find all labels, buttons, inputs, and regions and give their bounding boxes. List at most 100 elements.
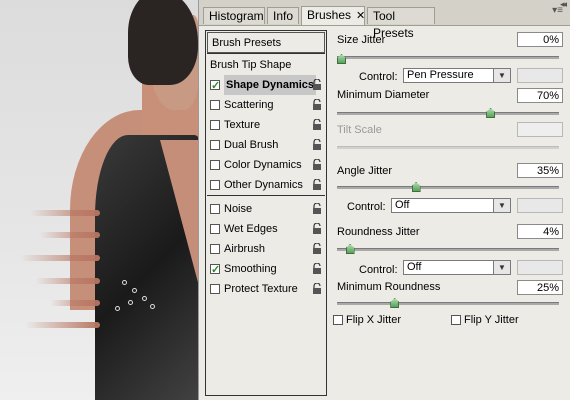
- tab-label: Info: [273, 9, 294, 23]
- sequin-sparkle: [142, 296, 147, 301]
- sequin-sparkle: [132, 288, 137, 293]
- min-diameter-field[interactable]: 70%: [517, 88, 563, 103]
- control-label: Control:: [359, 264, 398, 276]
- tilt-scale-field: [517, 122, 563, 137]
- option-checkbox[interactable]: [210, 76, 220, 96]
- option-label: Texture: [224, 119, 261, 131]
- close-icon[interactable]: ✕: [356, 10, 365, 22]
- lock-icon[interactable]: [312, 223, 322, 234]
- option-item-airbrush[interactable]: Airbrush: [206, 239, 326, 259]
- option-checkbox[interactable]: [210, 224, 220, 234]
- min-roundness-slider[interactable]: [337, 302, 559, 305]
- angle-jitter-field[interactable]: 35%: [517, 163, 563, 178]
- lock-icon[interactable]: [312, 79, 322, 90]
- option-item-other-dynamics[interactable]: Other Dynamics: [206, 175, 326, 195]
- min-roundness-field[interactable]: 25%: [517, 280, 563, 295]
- slider-thumb[interactable]: [390, 298, 400, 308]
- tab-brushes[interactable]: Brushes ✕: [301, 6, 365, 25]
- lock-icon[interactable]: [312, 243, 322, 254]
- option-checkbox[interactable]: [210, 160, 220, 170]
- roundness-jitter-field[interactable]: 4%: [517, 224, 563, 239]
- flip-x-checkbox[interactable]: [333, 315, 343, 325]
- option-item-smoothing[interactable]: Smoothing: [206, 259, 326, 280]
- brush-streak: [25, 322, 100, 328]
- lock-icon[interactable]: [312, 99, 322, 110]
- tab-tool-presets[interactable]: Tool Presets: [367, 7, 435, 40]
- tab-info[interactable]: Info: [267, 7, 299, 24]
- brush-presets-button[interactable]: Brush Presets: [207, 32, 325, 53]
- option-checkbox[interactable]: [210, 180, 220, 190]
- control-label: Control:: [347, 201, 386, 213]
- option-checkbox[interactable]: [210, 120, 220, 130]
- option-checkbox[interactable]: [210, 100, 220, 110]
- option-label: Airbrush: [224, 243, 265, 255]
- min-diameter-label: Minimum Diameter: [337, 89, 430, 101]
- brush-streak: [30, 210, 100, 216]
- control-disabled-field: [517, 260, 563, 275]
- roundness-jitter-slider[interactable]: [337, 248, 559, 251]
- panel-menu-button[interactable]: ▾≡ ◂◂: [552, 0, 567, 16]
- brush-tip-shape-item[interactable]: Brush Tip Shape: [206, 55, 326, 75]
- slider-thumb[interactable]: [345, 244, 355, 254]
- brushes-panel: Histogram Info Brushes ✕ Tool Presets ▾≡ …: [198, 0, 570, 400]
- control-off-select[interactable]: Off ▼: [403, 260, 511, 275]
- control-pen-pressure-select[interactable]: Pen Pressure ▼: [403, 68, 511, 83]
- angle-jitter-slider[interactable]: [337, 186, 559, 189]
- control-off-select[interactable]: Off ▼: [391, 198, 511, 213]
- option-item-noise[interactable]: Noise: [206, 199, 326, 219]
- slider-thumb[interactable]: [486, 108, 496, 118]
- size-jitter-field[interactable]: 0%: [517, 32, 563, 47]
- lock-icon[interactable]: [312, 139, 322, 150]
- control-disabled-field: [517, 198, 563, 213]
- brush-streak: [40, 232, 100, 238]
- sequin-sparkle: [128, 300, 133, 305]
- lock-icon[interactable]: [312, 203, 322, 214]
- lock-icon[interactable]: [312, 263, 322, 274]
- tab-label: Histogram: [209, 9, 264, 23]
- panel-tab-bar: Histogram Info Brushes ✕ Tool Presets ▾≡ …: [199, 0, 570, 40]
- option-label: Smoothing: [224, 263, 277, 275]
- option-checkbox[interactable]: [210, 140, 220, 150]
- canvas-photo: [0, 0, 198, 400]
- tilt-scale-slider: [337, 146, 559, 149]
- option-item-protect-texture[interactable]: Protect Texture: [206, 279, 326, 299]
- list-separator: [207, 53, 325, 54]
- option-label: Protect Texture: [224, 283, 298, 295]
- lock-icon[interactable]: [312, 179, 322, 190]
- option-checkbox[interactable]: [210, 260, 220, 280]
- option-label: Other Dynamics: [224, 179, 303, 191]
- lock-icon[interactable]: [312, 159, 322, 170]
- sequin-sparkle: [115, 306, 120, 311]
- collapse-icon[interactable]: ◂◂: [560, 0, 567, 10]
- flip-y-label: Flip Y Jitter: [464, 314, 519, 326]
- control-disabled-field: [517, 68, 563, 83]
- option-checkbox[interactable]: [210, 204, 220, 214]
- option-checkbox[interactable]: [210, 244, 220, 254]
- brush-streak: [50, 300, 100, 306]
- lock-icon[interactable]: [312, 119, 322, 130]
- option-item-wet-edges[interactable]: Wet Edges: [206, 219, 326, 239]
- option-item-texture[interactable]: Texture: [206, 115, 326, 135]
- option-label: Wet Edges: [224, 223, 278, 235]
- option-item-color-dynamics[interactable]: Color Dynamics: [206, 155, 326, 175]
- brush-streak: [35, 278, 100, 284]
- lock-icon[interactable]: [312, 283, 322, 294]
- option-item-dual-brush[interactable]: Dual Brush: [206, 135, 326, 155]
- size-jitter-slider[interactable]: [337, 56, 559, 59]
- flip-x-label: Flip X Jitter: [346, 314, 402, 326]
- slider-thumb[interactable]: [411, 182, 421, 192]
- tab-label: Brushes: [307, 8, 352, 22]
- chevron-down-icon[interactable]: ▼: [493, 261, 510, 274]
- shape-dynamics-settings: Size Jitter 0% Control: Pen Pressure ▼ Mi…: [333, 30, 565, 396]
- option-item-shape-dynamics[interactable]: Shape Dynamics: [206, 75, 326, 96]
- flip-y-checkbox[interactable]: [451, 315, 461, 325]
- min-diameter-slider[interactable]: [337, 112, 559, 115]
- tab-histogram[interactable]: Histogram: [203, 7, 265, 24]
- option-checkbox[interactable]: [210, 284, 220, 294]
- size-jitter-label: Size Jitter: [337, 34, 386, 46]
- option-item-scattering[interactable]: Scattering: [206, 95, 326, 115]
- option-label: Scattering: [224, 99, 274, 111]
- chevron-down-icon[interactable]: ▼: [493, 199, 510, 212]
- chevron-down-icon[interactable]: ▼: [493, 69, 510, 82]
- option-label: Shape Dynamics: [224, 75, 317, 95]
